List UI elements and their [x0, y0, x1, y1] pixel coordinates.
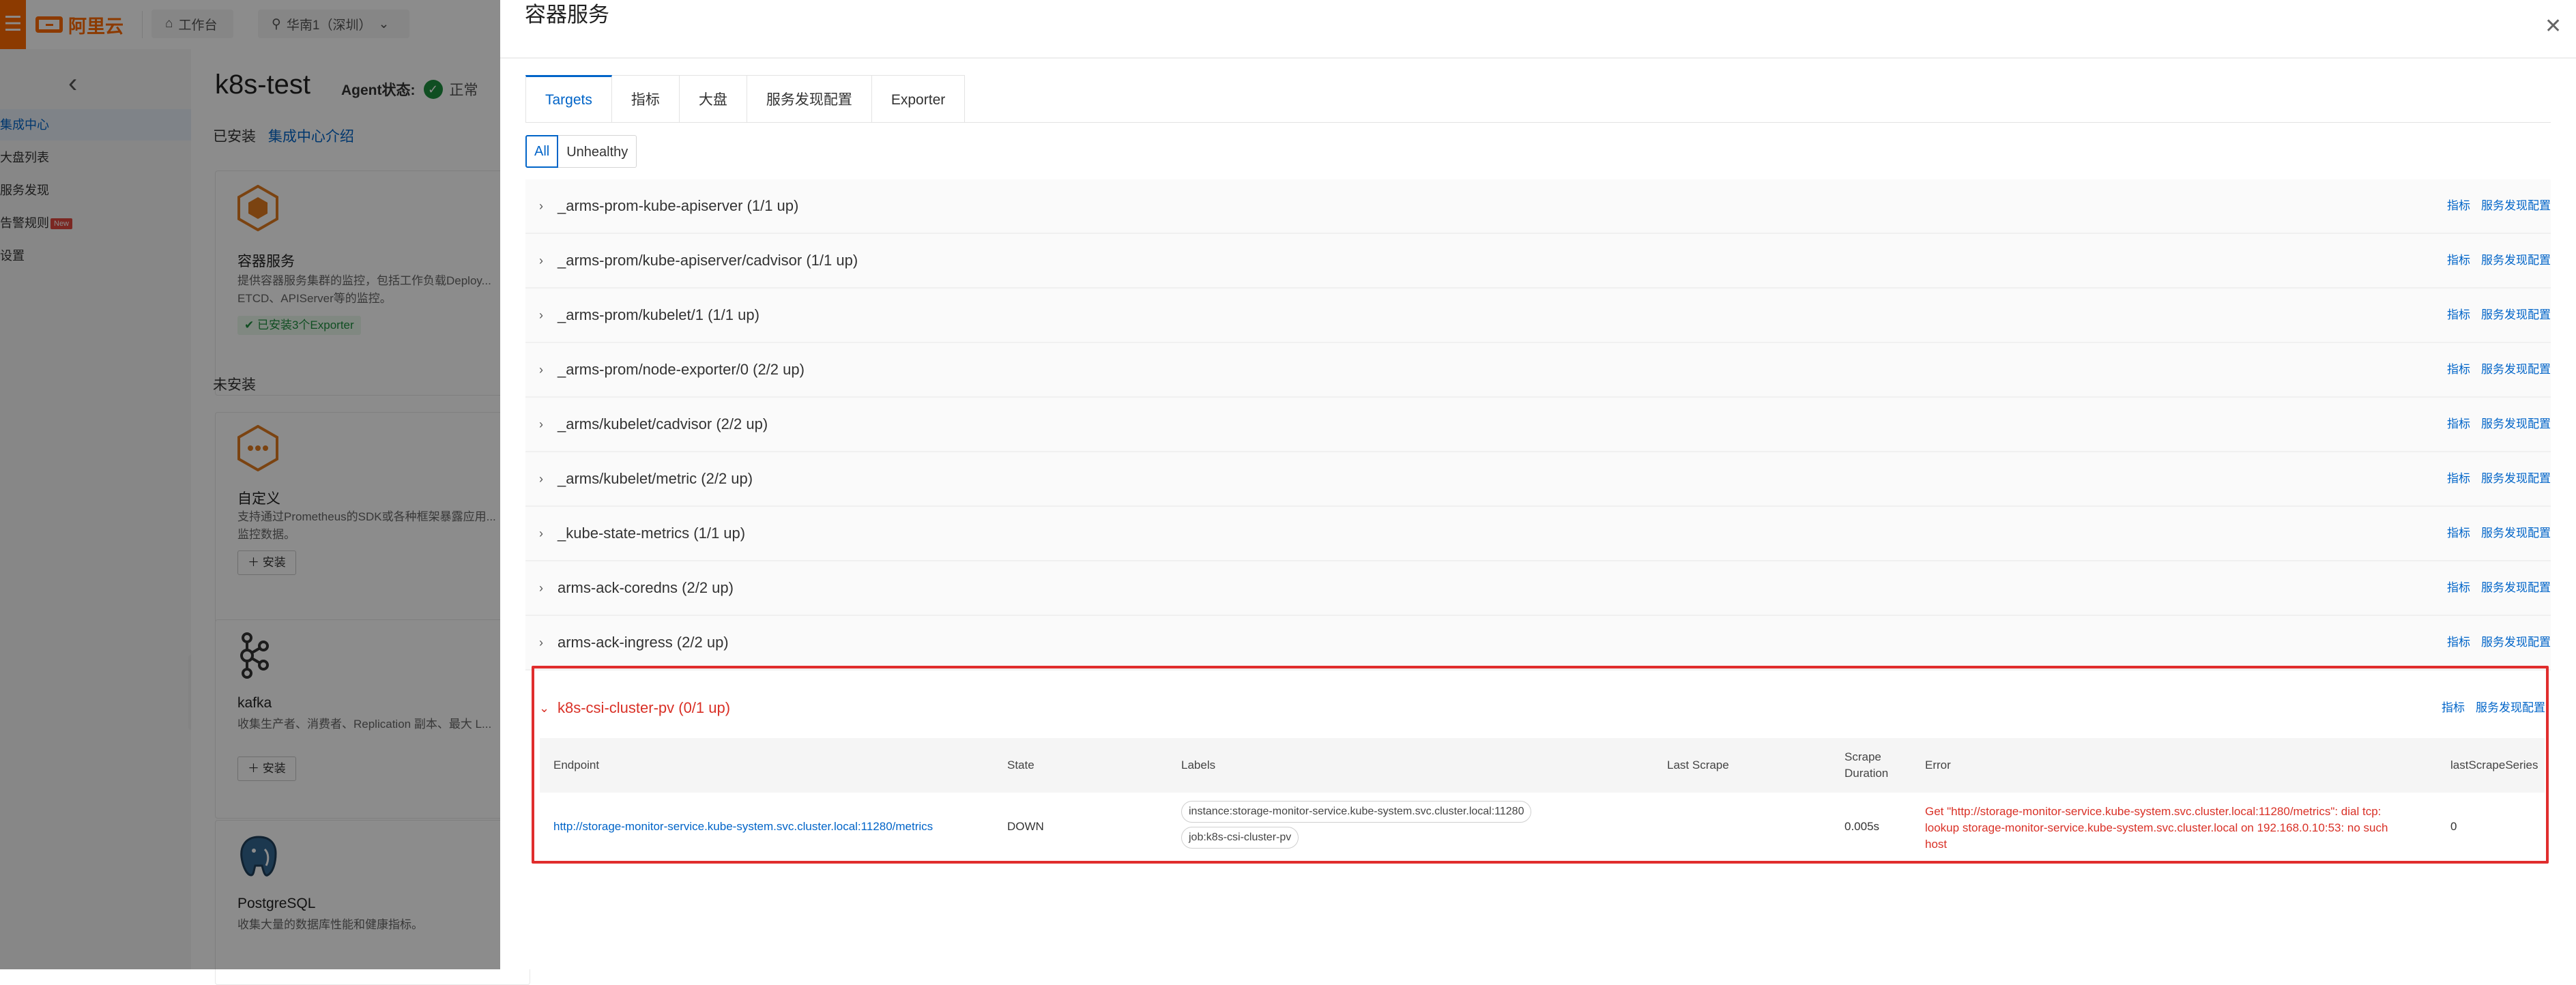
target-actions: 指标 服务发现配置: [2436, 398, 2551, 451]
col-labels: Labels: [1181, 759, 1216, 771]
target-actions: 指标 服务发现配置: [2436, 452, 2551, 505]
target-actions: 指标 服务发现配置: [2436, 343, 2551, 396]
target-actions: 指标 服务发现配置: [2436, 561, 2551, 615]
metrics-link[interactable]: 指标: [2447, 308, 2470, 321]
health-filter: All Unhealthy: [525, 135, 637, 168]
labels-cell: instance:storage-monitor-service.kube-sy…: [1181, 801, 1591, 853]
chevron-right-icon[interactable]: ›: [539, 343, 543, 396]
sd-config-link[interactable]: 服务发现配置: [2481, 527, 2551, 540]
target-name: _arms/kubelet/cadvisor (2/2 up): [558, 415, 768, 432]
col-scrape-duration-line2: Duration: [1844, 767, 1889, 780]
metrics-link[interactable]: 指标: [2447, 472, 2470, 485]
metrics-link[interactable]: 指标: [2447, 636, 2470, 649]
error-message: Get "http://storage-monitor-service.kube…: [1925, 805, 2388, 851]
chevron-right-icon[interactable]: ›: [539, 616, 543, 669]
sd-config-link[interactable]: 服务发现配置: [2481, 308, 2551, 321]
sd-config-link[interactable]: 服务发现配置: [2481, 581, 2551, 594]
table-row: http://storage-monitor-service.kube-syst…: [540, 793, 2545, 864]
col-state: State: [1007, 759, 1034, 771]
drawer-tabs: Targets 指标 大盘 服务发现配置 Exporter: [525, 75, 966, 123]
target-row[interactable]: › _arms-prom-kube-apiserver (1/1 up) 指标服…: [525, 179, 2551, 234]
tab-exporter[interactable]: Exporter: [871, 75, 966, 123]
col-scrape-duration-line1: Scrape: [1844, 750, 1881, 763]
chevron-right-icon[interactable]: ›: [539, 561, 543, 615]
col-endpoint: Endpoint: [553, 759, 600, 771]
target-row[interactable]: › _arms/kubelet/cadvisor (2/2 up) 指标 服务发现…: [525, 398, 2551, 452]
target-name: _arms-prom/node-exporter/0 (2/2 up): [558, 361, 805, 378]
target-name: _arms-prom-kube-apiserver (1/1 up): [558, 197, 799, 214]
sd-config-link[interactable]: 服务发现配置: [2481, 363, 2551, 376]
endpoint-link[interactable]: http://storage-monitor-service.kube-syst…: [553, 820, 933, 834]
drawer-divider: [500, 57, 2576, 59]
chevron-right-icon[interactable]: ›: [539, 507, 543, 560]
target-row[interactable]: › _arms-prom/node-exporter/0 (2/2 up) 指标…: [525, 343, 2551, 398]
tabs-underline: [525, 122, 2551, 123]
target-row[interactable]: › _arms/kubelet/metric (2/2 up) 指标 服务发现配置: [525, 452, 2551, 507]
chevron-right-icon[interactable]: ›: [539, 179, 543, 233]
sd-config-link[interactable]: 服务发现配置: [2481, 472, 2551, 485]
chevron-right-icon[interactable]: ›: [539, 234, 543, 287]
target-row[interactable]: › _kube-state-metrics (1/1 up) 指标 服务发现配置: [525, 507, 2551, 561]
label-tag: instance:storage-monitor-service.kube-sy…: [1181, 801, 1532, 823]
col-last-scrape: Last Scrape: [1667, 759, 1729, 771]
tab-metrics[interactable]: 指标: [611, 75, 680, 123]
target-name: _kube-state-metrics (1/1 up): [558, 525, 746, 542]
sd-config-link[interactable]: 服务发现配置: [2481, 254, 2551, 267]
chevron-right-icon[interactable]: ›: [539, 398, 543, 451]
last-scrape-series-value: 0: [2450, 820, 2457, 833]
tab-service-discovery-config[interactable]: 服务发现配置: [747, 75, 872, 123]
target-row[interactable]: › _arms-prom/kubelet/1 (1/1 up) 指标 服务发现配置: [525, 289, 2551, 343]
tab-dashboard[interactable]: 大盘: [679, 75, 747, 123]
target-actions: 指标 服务发现配置: [2436, 616, 2551, 669]
target-name: _arms/kubelet/metric (2/2 up): [558, 470, 753, 487]
container-service-drawer: 容器服务 ✕ Targets 指标 大盘 服务发现配置 Exporter All…: [500, 0, 2576, 969]
target-row[interactable]: › _arms-prom/kube-apiserver/cadvisor (1/…: [525, 234, 2551, 289]
col-error: Error: [1925, 759, 1951, 771]
metrics-link[interactable]: 指标: [2447, 254, 2470, 267]
drawer-title: 容器服务: [525, 3, 609, 27]
chevron-right-icon[interactable]: ›: [539, 452, 543, 505]
chevron-right-icon[interactable]: ›: [539, 289, 543, 342]
detail-table-header: Endpoint State Labels Last Scrape Scrape…: [540, 738, 2545, 793]
target-detail-table: Endpoint State Labels Last Scrape Scrape…: [540, 738, 2545, 864]
scrape-duration-value: 0.005s: [1844, 820, 1880, 833]
target-actions: 指标 服务发现配置: [2436, 507, 2551, 560]
target-name: arms-ack-ingress (2/2 up): [558, 634, 729, 651]
target-actions: 指标 服务发现配置: [2436, 234, 2551, 287]
target-name: _arms-prom/kube-apiserver/cadvisor (1/1 …: [558, 252, 858, 269]
sd-config-link[interactable]: 服务发现配置: [2481, 417, 2551, 430]
metrics-link[interactable]: 指标: [2447, 363, 2470, 376]
target-name: _arms-prom/kubelet/1 (1/1 up): [558, 306, 759, 323]
filter-unhealthy-button[interactable]: Unhealthy: [558, 135, 637, 168]
sd-config-link[interactable]: 服务发现配置: [2481, 199, 2551, 212]
metrics-link[interactable]: 指标: [2447, 527, 2470, 540]
col-last-scrape-series: lastScrapeSeries: [2450, 759, 2538, 771]
metrics-link[interactable]: 指标: [2447, 417, 2470, 430]
metrics-link[interactable]: 指标: [2447, 581, 2470, 594]
targets-list: › _arms-prom-kube-apiserver (1/1 up) 指标服…: [525, 179, 2551, 735]
target-row[interactable]: › arms-ack-coredns (2/2 up) 指标 服务发现配置: [525, 561, 2551, 616]
filter-all-button[interactable]: All: [525, 135, 559, 168]
target-actions: 指标 服务发现配置: [2436, 289, 2551, 342]
label-tag: job:k8s-csi-cluster-pv: [1181, 827, 1299, 849]
target-name: arms-ack-coredns (2/2 up): [558, 579, 734, 596]
metrics-link[interactable]: 指标: [2447, 199, 2470, 212]
col-scrape-duration: Scrape Duration: [1844, 749, 1888, 782]
close-icon[interactable]: ✕: [2545, 16, 2562, 37]
sd-config-link[interactable]: 服务发现配置: [2481, 636, 2551, 649]
tab-targets[interactable]: Targets: [525, 75, 612, 123]
target-actions: 指标 服务发现配置: [2436, 179, 2551, 233]
state-value: DOWN: [1007, 820, 1044, 833]
target-row[interactable]: › arms-ack-ingress (2/2 up) 指标 服务发现配置: [525, 616, 2551, 671]
